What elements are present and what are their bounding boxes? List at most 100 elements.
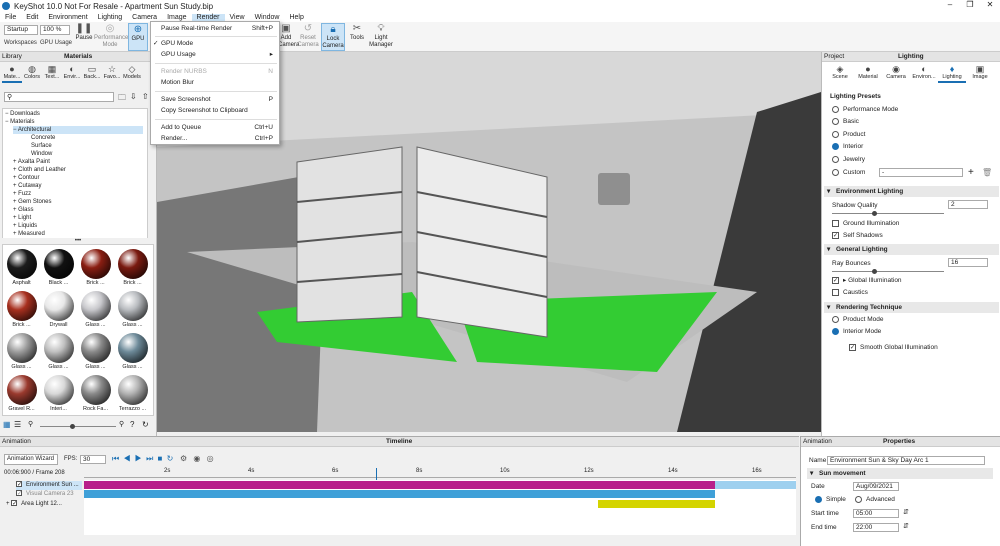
tree-item-liquids[interactable]: + Liquids: [13, 222, 37, 230]
library-search-input[interactable]: ⚲: [4, 92, 114, 102]
radio-button[interactable]: [832, 155, 839, 163]
workspace-select[interactable]: Startup: [4, 25, 38, 35]
menu-item-pause-render[interactable]: Pause Real-time Render Shift+P: [151, 24, 281, 34]
menu-edit[interactable]: Edit: [21, 14, 43, 21]
radio-button[interactable]: [832, 130, 839, 138]
list-view-icon[interactable]: ☰: [14, 420, 21, 429]
product-mode-radio[interactable]: Product Mode: [832, 315, 883, 325]
material-thumbnail[interactable]: Gravel R...: [5, 373, 38, 414]
animation-wizard-button[interactable]: Animation Wizard: [4, 454, 58, 465]
menu-environment[interactable]: Environment: [43, 14, 92, 21]
tree-item-axalta[interactable]: + Axalta Paint: [13, 158, 50, 166]
refresh-icon[interactable]: ↻: [142, 420, 149, 429]
checkbox[interactable]: ✓: [849, 343, 856, 351]
thumbnail-size-slider[interactable]: [40, 424, 116, 429]
section-general-lighting[interactable]: General Lighting: [824, 244, 999, 255]
tree-item-cutaway[interactable]: + Cutaway: [13, 182, 42, 190]
workspaces-label[interactable]: Workspaces: [4, 40, 37, 46]
gpu-button[interactable]: ⊕ GPU: [128, 23, 148, 51]
menu-item-motion-blur[interactable]: Motion Blur: [151, 78, 281, 88]
preset-custom[interactable]: Custom: [832, 168, 865, 178]
tab-scene[interactable]: ◈ Scene: [826, 64, 854, 83]
slider-knob[interactable]: [872, 211, 877, 216]
camera-track-bar[interactable]: [84, 490, 715, 498]
tree-item-downloads[interactable]: − Downloads: [5, 110, 40, 118]
tree-item-cloth[interactable]: + Cloth and Leather: [13, 166, 66, 174]
tree-item-measured[interactable]: + Measured: [13, 230, 45, 238]
performance-mode-button[interactable]: ◎ Performance Mode: [94, 23, 128, 51]
fps-select[interactable]: 30: [80, 455, 106, 464]
section-sun-movement[interactable]: Sun movement: [807, 468, 993, 479]
material-thumbnail[interactable]: Interi...: [42, 373, 75, 414]
checkbox[interactable]: [832, 219, 839, 227]
tab-lighting[interactable]: ♦ Lighting: [938, 64, 966, 83]
tab-backplates[interactable]: ▭ Back...: [82, 64, 102, 83]
material-thumbnail[interactable]: Brick ...: [5, 289, 38, 330]
tree-item-light[interactable]: + Light: [13, 214, 31, 222]
material-thumbnail[interactable]: Glass ...: [5, 331, 38, 372]
menu-view[interactable]: View: [225, 14, 250, 21]
lock-camera-button[interactable]: 🔒︎ Lock Camera: [321, 23, 345, 51]
minimize-icon[interactable]: –: [940, 0, 960, 9]
checkbox[interactable]: [832, 288, 839, 296]
custom-preset-select[interactable]: -: [879, 168, 963, 177]
menu-camera[interactable]: Camera: [127, 14, 162, 21]
ray-bounces-slider[interactable]: [832, 269, 944, 274]
light-manager-button[interactable]: 💡︎ Light Manager: [368, 23, 394, 51]
section-environment-lighting[interactable]: Environment Lighting: [824, 186, 999, 197]
global-illumination-checkbox[interactable]: ✓ ▸ Global Illumination: [832, 276, 902, 286]
upload-icon[interactable]: ⇧: [142, 92, 149, 101]
playback-controls[interactable]: ⏮ ◀ ▶ ⏭ ■ ↻: [112, 454, 174, 464]
radio-button[interactable]: [832, 168, 839, 176]
zoom-in-icon[interactable]: ⚲: [119, 420, 124, 428]
simple-radio[interactable]: Simple: [815, 495, 846, 505]
checkbox[interactable]: ✓: [16, 481, 22, 488]
tab-favorites[interactable]: ☆ Favo...: [102, 64, 122, 83]
tab-materials[interactable]: ● Mate...: [2, 64, 22, 83]
help-icon[interactable]: ?: [130, 420, 134, 429]
menu-item-gpu-mode[interactable]: ✓ GPU Mode: [151, 39, 281, 49]
date-select[interactable]: Aug/09/2021: [853, 482, 899, 491]
tab-environment[interactable]: ◐ Environ...: [910, 64, 938, 83]
tree-item-materials[interactable]: − Materials: [5, 118, 35, 126]
material-thumbnail[interactable]: Glass ...: [79, 331, 112, 372]
tab-environments[interactable]: ◐ Envir...: [62, 64, 82, 83]
tab-image[interactable]: ▣ Image: [966, 64, 994, 83]
reset-camera-button[interactable]: ↺ Reset Camera: [296, 23, 320, 51]
checkbox[interactable]: ✓: [832, 276, 839, 284]
tab-camera[interactable]: ◉ Camera: [882, 64, 910, 83]
menu-lighting[interactable]: Lighting: [93, 14, 128, 21]
tools-button[interactable]: ✂ Tools: [347, 23, 367, 51]
radio-button[interactable]: [815, 495, 822, 503]
menu-file[interactable]: File: [0, 14, 21, 21]
menu-item-save-screenshot[interactable]: Save Screenshot P: [151, 95, 281, 105]
material-thumbnail[interactable]: Asphalt: [5, 247, 38, 288]
material-thumbnail[interactable]: Brick ...: [116, 247, 149, 288]
tab-material[interactable]: ● Material: [854, 64, 882, 83]
tree-item-contour[interactable]: + Contour: [13, 174, 40, 182]
zoom-out-icon[interactable]: ⚲: [28, 420, 33, 428]
ray-bounces-input[interactable]: 16: [948, 258, 988, 267]
menu-item-gpu-usage[interactable]: GPU Usage ▸: [151, 50, 281, 60]
import-icon[interactable]: ⇩: [130, 92, 137, 101]
add-preset-icon[interactable]: +: [968, 167, 974, 178]
material-thumbnail[interactable]: Glass ...: [116, 289, 149, 330]
menu-window[interactable]: Window: [250, 14, 285, 21]
menu-help[interactable]: Help: [284, 14, 308, 21]
radio-button[interactable]: [832, 142, 839, 150]
material-thumbnail[interactable]: Glass ...: [42, 331, 75, 372]
caustics-checkbox[interactable]: Caustics: [832, 288, 868, 298]
gpu-usage-label[interactable]: GPU Usage: [40, 40, 72, 46]
menu-item-copy-screenshot[interactable]: Copy Screenshot to Clipboard: [151, 106, 281, 116]
tree-item-concrete[interactable]: Concrete: [31, 134, 55, 142]
self-shadows-checkbox[interactable]: ✓ Self Shadows: [832, 231, 883, 241]
delete-preset-icon[interactable]: 🗑︎: [982, 168, 992, 177]
tree-item-gem-stones[interactable]: + Gem Stones: [13, 198, 52, 206]
zoom-select[interactable]: 100 %: [40, 25, 70, 35]
preset-product[interactable]: Product: [832, 130, 865, 140]
stepper-icon[interactable]: ⇵: [903, 522, 909, 530]
checkbox[interactable]: ✓: [11, 500, 17, 507]
preset-interior[interactable]: Interior: [832, 142, 863, 152]
section-rendering-technique[interactable]: Rendering Technique: [824, 302, 999, 313]
tab-textures[interactable]: ▦ Text...: [42, 64, 62, 83]
